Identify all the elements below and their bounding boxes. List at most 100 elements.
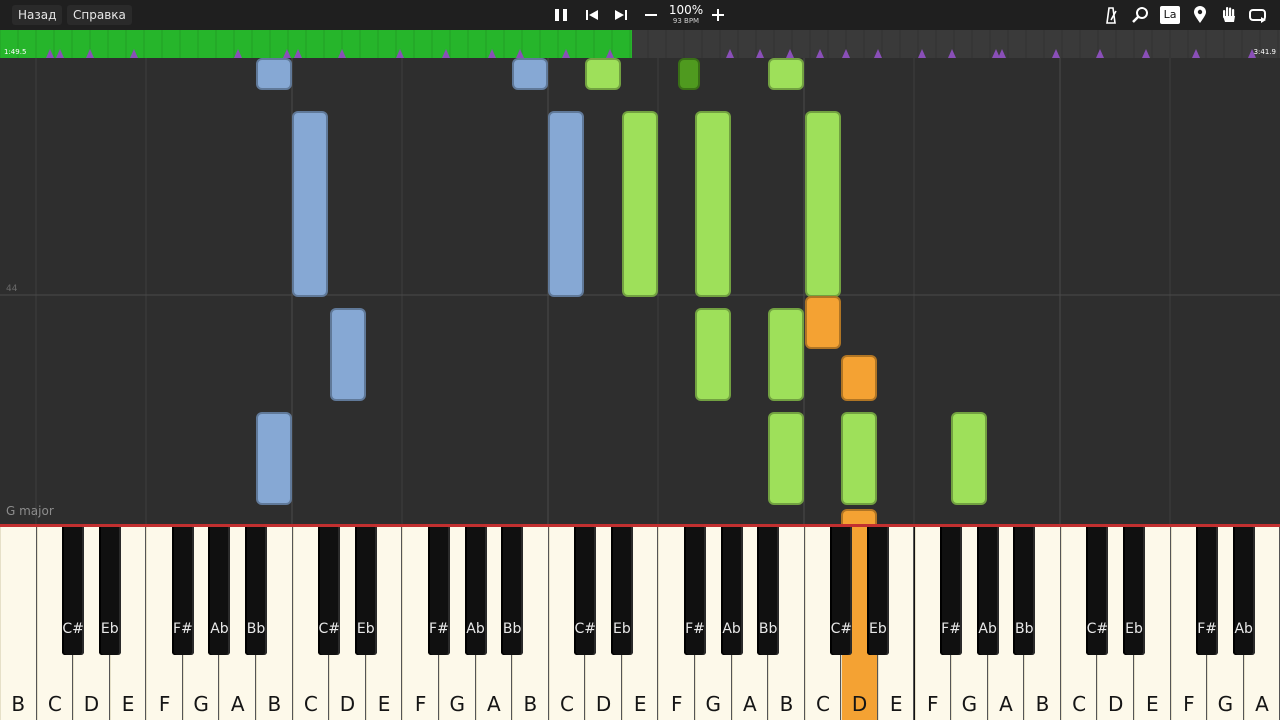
black-key-fsharp[interactable]: F# (684, 527, 707, 655)
black-key-ab[interactable]: Ab (720, 527, 743, 655)
elapsed-time: 1:49.5 (4, 48, 27, 56)
black-key-csharp[interactable]: C# (830, 527, 853, 655)
white-key-label: G (961, 692, 978, 716)
white-key-label: B (267, 692, 282, 716)
black-key-label: Eb (100, 621, 119, 637)
black-key-label: Eb (356, 621, 375, 637)
white-key-label: C (559, 692, 574, 716)
pause-icon[interactable] (550, 4, 572, 26)
timeline-markers (0, 30, 1279, 58)
white-key-label: D (595, 692, 612, 716)
black-key-label: C# (574, 621, 597, 637)
note-right-hand (951, 412, 987, 505)
back-button[interactable]: Назад (12, 5, 63, 25)
white-key-b[interactable]: B (0, 527, 37, 720)
metronome-icon[interactable] (1100, 4, 1122, 26)
loop-icon[interactable] (1247, 4, 1269, 26)
white-key-label: F (158, 692, 171, 716)
black-key-label: F# (941, 621, 961, 637)
skip-back-icon[interactable] (581, 4, 603, 26)
white-key-label: C (816, 692, 831, 716)
marker-icon[interactable] (1189, 4, 1211, 26)
black-key-csharp[interactable]: C# (318, 527, 341, 655)
black-key-label: F# (429, 621, 449, 637)
black-key-ab[interactable]: Ab (208, 527, 231, 655)
black-key-label: F# (172, 621, 193, 637)
key-notation-button[interactable]: La (1158, 4, 1182, 26)
white-key-label: D (851, 692, 868, 716)
black-key-ab[interactable]: Ab (976, 527, 999, 655)
hand-icon[interactable] (1218, 4, 1240, 26)
black-key-bb[interactable]: Bb (245, 527, 268, 655)
black-key-eb[interactable]: Eb (866, 527, 889, 655)
white-key-label: A (1255, 692, 1269, 716)
black-key-label: Ab (210, 621, 229, 637)
piano-keyboard: BCDEFGABCDEFGABCDEFGABCDEFGABCDEFGABbC#E… (0, 527, 1280, 720)
black-key-fsharp[interactable]: F# (427, 527, 450, 655)
black-key-fsharp[interactable]: F# (1196, 527, 1219, 655)
skip-forward-icon[interactable] (610, 4, 632, 26)
black-key-eb[interactable]: Eb (610, 527, 633, 655)
black-key-ab[interactable]: Ab (1232, 527, 1255, 655)
black-key-label: C# (62, 621, 84, 637)
white-key-label: G (193, 692, 209, 716)
black-key-fsharp[interactable]: F# (171, 527, 194, 655)
black-key-label: Ab (978, 621, 997, 637)
zoom-level: 100% (668, 3, 704, 17)
black-key-label: Ab (466, 621, 485, 637)
white-key-label: C (303, 692, 318, 716)
black-key-label: C# (830, 621, 853, 637)
note-left-hand (512, 58, 548, 90)
total-time: 3:41.9 (1253, 48, 1276, 56)
white-key-label: D (83, 692, 100, 716)
white-key-label: E (1145, 692, 1159, 716)
white-key-label: G (449, 692, 465, 716)
active-note (805, 296, 841, 349)
white-key-label: C (47, 692, 62, 716)
black-key-label: C# (1086, 621, 1109, 637)
white-key-label: A (230, 692, 245, 716)
zoom-out-icon[interactable] (640, 4, 662, 26)
note-left-hand (548, 111, 584, 297)
black-key-eb[interactable]: Eb (98, 527, 121, 655)
black-key-csharp[interactable]: C# (1086, 527, 1109, 655)
white-key-label: D (339, 692, 356, 716)
search-icon[interactable] (1129, 4, 1151, 26)
note-right-hand (585, 58, 621, 90)
black-key-bb[interactable]: Bb (501, 527, 524, 655)
active-note (841, 509, 877, 524)
white-key-label: E (889, 692, 903, 716)
black-key-eb[interactable]: Eb (1122, 527, 1145, 655)
black-key-bb[interactable]: Bb (757, 527, 780, 655)
piano-roll: 44 G major (0, 58, 1280, 524)
black-key-ab[interactable]: Ab (464, 527, 487, 655)
white-key-label: F (414, 692, 427, 716)
black-key-csharp[interactable]: C# (62, 527, 85, 655)
zoom-in-icon[interactable] (707, 4, 729, 26)
help-button[interactable]: Справка (67, 5, 132, 25)
toolbar: Назад Справка 100% 93 BPM La (0, 0, 1280, 30)
black-key-label: Bb (758, 621, 778, 637)
note-right-hand (695, 308, 731, 401)
black-key-csharp[interactable]: C# (574, 527, 597, 655)
white-key-label: B (523, 692, 538, 716)
tempo-readout: 93 BPM (672, 17, 700, 25)
white-key-label: B (779, 692, 794, 716)
white-key-label: G (705, 692, 722, 716)
timeline-scrubber[interactable]: 1:49.5 3:41.9 (0, 30, 1280, 58)
key-signature: G major (6, 504, 54, 518)
measure-number: 44 (6, 284, 18, 294)
active-note (841, 355, 877, 401)
black-key-label: Bb (246, 621, 266, 637)
black-key-label: Eb (612, 621, 631, 637)
white-key-label: F (670, 692, 683, 716)
note-left-hand (256, 412, 292, 505)
black-key-eb[interactable]: Eb (354, 527, 377, 655)
black-key-fsharp[interactable]: F# (940, 527, 963, 655)
note-right-hand (622, 111, 658, 297)
black-key-bb[interactable]: Bb (1013, 527, 1036, 655)
note-right-hand (805, 111, 841, 297)
note-right-hand-dark (678, 58, 700, 90)
black-key-label: C# (318, 621, 340, 637)
black-key-label: F# (1197, 621, 1218, 637)
